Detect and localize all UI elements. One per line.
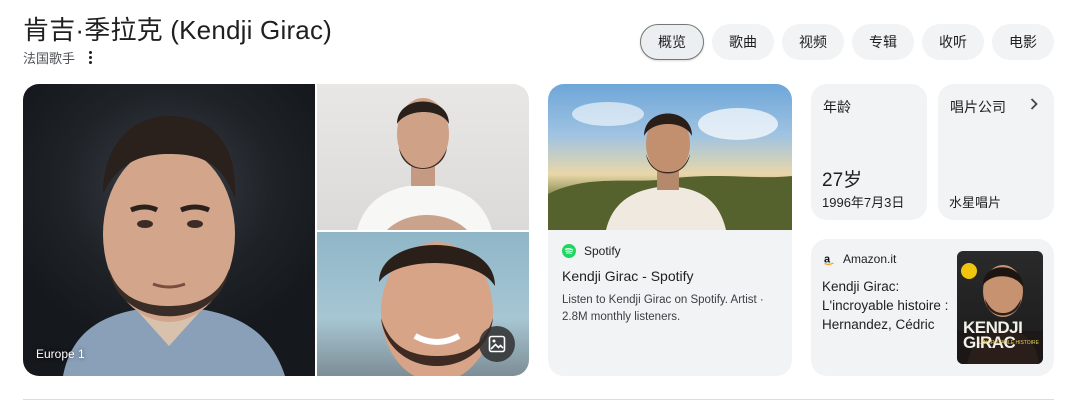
tab-overview[interactable]: 概览 <box>640 24 704 60</box>
spotify-card[interactable]: Spotify Kendji Girac - Spotify Listen to… <box>548 84 792 376</box>
spotify-card-description: Listen to Kendji Girac on Spotify. Artis… <box>562 294 764 323</box>
record-label-card[interactable]: 唱片公司 水星唱片 <box>938 84 1054 220</box>
spotify-source-label: Spotify <box>584 244 621 258</box>
book-badge <box>961 263 977 279</box>
tab-songs[interactable]: 歌曲 <box>712 24 774 60</box>
image-search-button[interactable] <box>479 326 515 362</box>
page-title: 肯吉·季拉克 (Kendji Girac) <box>23 15 333 45</box>
spotify-card-title[interactable]: Kendji Girac - Spotify <box>562 268 694 284</box>
photo-illustration <box>548 102 792 230</box>
entity-subtitle: 法国歌手 <box>23 48 96 67</box>
image-icon <box>488 335 506 353</box>
amazon-icon: a <box>824 254 834 265</box>
more-options-icon[interactable] <box>85 49 96 66</box>
amazon-source-label: Amazon.it <box>843 252 897 266</box>
age-value: 27岁 <box>822 170 863 191</box>
age-card[interactable]: 年龄 27岁 1996年7月3日 <box>811 84 927 220</box>
photo-illustration <box>357 98 492 230</box>
record-label-value: 水星唱片 <box>949 195 1002 210</box>
tab-videos[interactable]: 视频 <box>782 24 844 60</box>
spotify-icon <box>562 244 576 258</box>
chevron-right-icon <box>1030 98 1038 110</box>
tab-albums[interactable]: 专辑 <box>852 24 914 60</box>
amazon-book-card[interactable]: a Amazon.it Kendji Girac: L'incroyable h… <box>811 239 1054 376</box>
tab-movies[interactable]: 电影 <box>992 24 1054 60</box>
amazon-source: a Amazon.it <box>823 252 896 266</box>
section-divider <box>23 399 1054 400</box>
book-cover-subtitle: L'INCROYABLE HISTOIRE <box>978 340 1039 346</box>
amazon-book-title[interactable]: Kendji Girac: L'incroyable histoire : He… <box>822 277 952 334</box>
tab-listen[interactable]: 收听 <box>922 24 984 60</box>
record-label-label: 唱片公司 <box>950 99 1006 115</box>
main-portrait-photo[interactable]: Europe 1 <box>23 84 315 376</box>
spotify-card-image <box>548 84 792 230</box>
age-label: 年龄 <box>823 99 851 115</box>
photo-white-shirt[interactable] <box>317 84 529 230</box>
subtitle-text: 法国歌手 <box>23 51 76 66</box>
birth-date: 1996年7月3日 <box>822 195 905 210</box>
book-cover-image: KENDJI GIRAC L'INCROYABLE HISTOIRE <box>957 251 1043 364</box>
tab-bar: 概览 歌曲 视频 专辑 收听 电影 <box>640 24 1054 60</box>
portrait-illustration <box>63 115 285 376</box>
spotify-source: Spotify <box>562 244 621 258</box>
photo-close-up[interactable] <box>317 232 529 376</box>
photo-source-caption: Europe 1 <box>36 347 85 361</box>
